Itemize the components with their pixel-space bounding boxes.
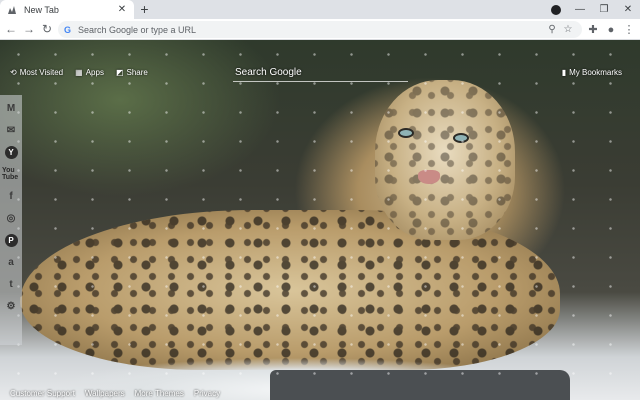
youtube-icon[interactable]: You Tube xyxy=(2,164,20,184)
tab-new-tab[interactable]: New Tab ✕ xyxy=(0,0,134,19)
restore-button[interactable]: ❐ xyxy=(592,0,616,19)
wallpapers-link[interactable]: Wallpapers xyxy=(85,389,125,398)
minimize-button[interactable]: — xyxy=(568,0,592,19)
settings-icon[interactable]: ⚙ xyxy=(2,296,20,316)
bottom-links: Customer Support Wallpapers More Themes … xyxy=(10,389,220,398)
amazon-icon[interactable]: a xyxy=(2,252,20,272)
apps-grid-icon: ▦ xyxy=(75,68,83,77)
bookmark-star-icon[interactable]: ☆ xyxy=(560,22,576,38)
menu-kebab-icon[interactable]: ⋮ xyxy=(620,21,638,38)
address-bar-placeholder: Search Google or type a URL xyxy=(78,24,197,35)
google-g-icon: G xyxy=(64,24,72,35)
gmail-icon[interactable]: M xyxy=(2,98,20,118)
reload-button[interactable]: ↻ xyxy=(38,20,56,38)
yahoo-icon[interactable]: Y xyxy=(2,142,20,162)
bookmark-icon: ▮ xyxy=(561,68,567,77)
search-placeholder: Search Google xyxy=(235,67,302,78)
share-link[interactable]: ◩ Share xyxy=(116,68,148,77)
new-tab-button[interactable]: + xyxy=(137,2,152,17)
address-bar[interactable]: G Search Google or type a URL ⚲ ☆ xyxy=(58,21,582,38)
falling-snow xyxy=(0,40,640,400)
facebook-icon[interactable]: f xyxy=(2,186,20,206)
new-tab-page: ⟲ Most Visited ▦ Apps ◩ Share Search Goo… xyxy=(0,40,640,400)
extensions-puzzle-icon[interactable]: ✚ xyxy=(584,21,602,38)
back-button[interactable]: ← xyxy=(2,20,20,38)
browser-toolbar: ← → ↻ G Search Google or type a URL ⚲ ☆ … xyxy=(0,19,640,40)
my-bookmarks-link[interactable]: ▮ My Bookmarks xyxy=(562,68,622,77)
share-icon: ◩ xyxy=(115,68,124,77)
zoom-search-icon[interactable]: ⚲ xyxy=(544,22,560,38)
mail-icon[interactable]: ✉ xyxy=(2,120,20,140)
extension-badge-icon[interactable] xyxy=(544,0,568,19)
top-links: ⟲ Most Visited ▦ Apps ◩ Share xyxy=(10,68,148,77)
pinterest-icon[interactable]: P xyxy=(2,230,20,250)
social-sidebar: M ✉ Y You Tube f ◎ P a t ⚙ xyxy=(0,95,22,345)
page-favicon-icon xyxy=(6,4,18,16)
search-input[interactable]: Search Google xyxy=(233,64,408,82)
apps-link[interactable]: ▦ Apps xyxy=(75,68,104,77)
close-window-button[interactable]: ✕ xyxy=(616,0,640,19)
forward-button[interactable]: → xyxy=(20,20,38,38)
instagram-icon[interactable]: ◎ xyxy=(2,208,20,228)
close-tab-icon[interactable]: ✕ xyxy=(116,4,128,16)
privacy-link[interactable]: Privacy xyxy=(194,389,220,398)
more-themes-link[interactable]: More Themes xyxy=(135,389,184,398)
twitter-icon[interactable]: t xyxy=(2,274,20,294)
most-visited-link[interactable]: ⟲ Most Visited xyxy=(10,68,63,77)
profile-avatar-icon[interactable]: ● xyxy=(602,21,620,38)
tab-strip: New Tab ✕ + — ❐ ✕ xyxy=(0,0,640,19)
history-icon: ⟲ xyxy=(10,68,17,77)
customer-support-link[interactable]: Customer Support xyxy=(10,389,75,398)
tab-title: New Tab xyxy=(24,4,59,15)
